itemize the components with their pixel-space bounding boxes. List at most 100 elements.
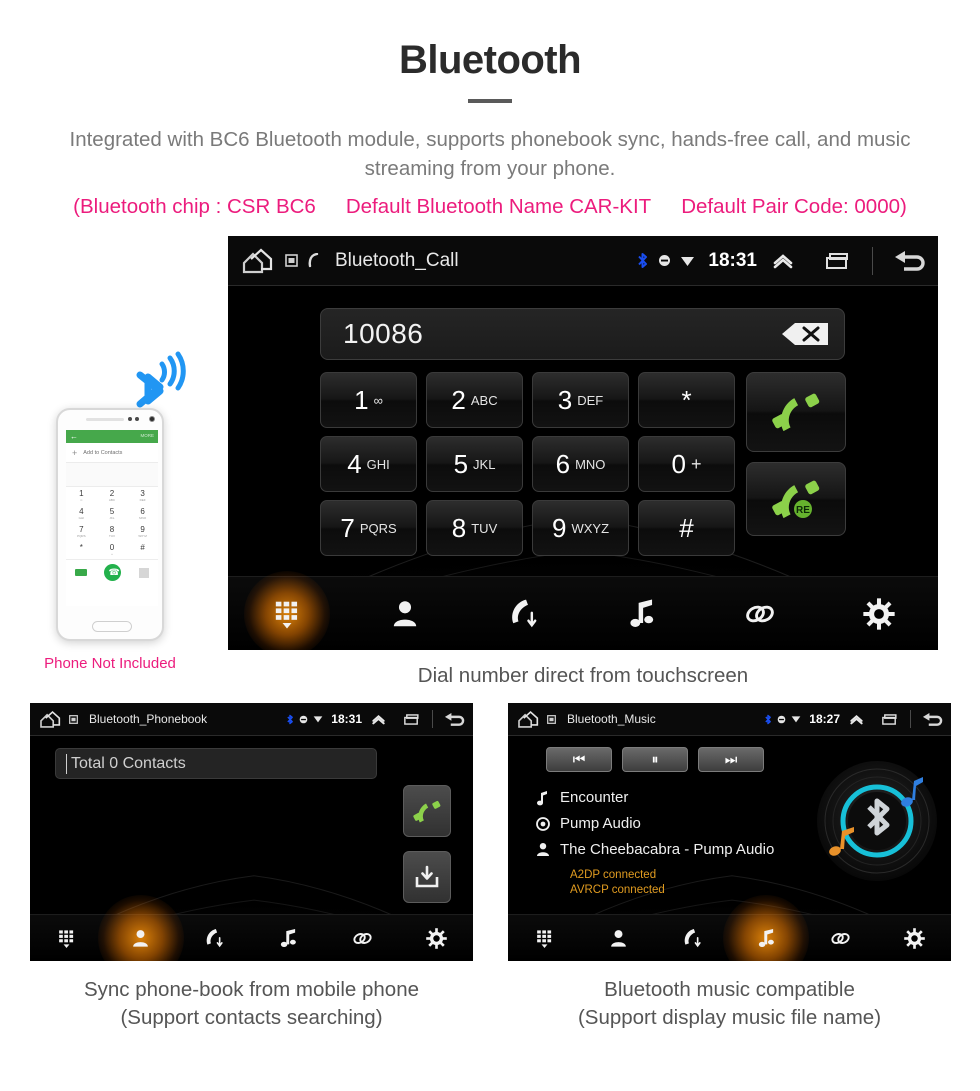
phonebook-download-button[interactable] bbox=[403, 851, 451, 903]
key-6-letters: MNO bbox=[575, 456, 606, 472]
nav-item-call-history[interactable] bbox=[178, 915, 252, 961]
home-icon[interactable] bbox=[240, 247, 276, 275]
phone-key-digit: 4 bbox=[79, 507, 84, 516]
phone-key-9[interactable]: 9 WXYZ bbox=[127, 523, 158, 541]
key-0[interactable]: 0 + bbox=[638, 436, 735, 492]
nav-item-settings[interactable] bbox=[877, 915, 951, 961]
bluetooth-icon bbox=[287, 714, 294, 724]
key-2[interactable]: 2 ABC bbox=[426, 372, 523, 428]
next-track-icon[interactable]: ⏭ bbox=[698, 747, 764, 772]
dial-input[interactable]: 10086 bbox=[320, 308, 845, 360]
bluetooth-icon bbox=[765, 714, 772, 724]
phonebook-caption-line1: Sync phone-book from mobile phone bbox=[83, 978, 420, 1001]
phone-key-4[interactable]: 4 GHI bbox=[66, 505, 97, 523]
phone-key-letters: MNO bbox=[139, 516, 147, 520]
nav-item-music[interactable] bbox=[583, 577, 701, 650]
phone-key-letters: ABC bbox=[108, 498, 116, 502]
key-6[interactable]: 6 MNO bbox=[532, 436, 629, 492]
nav-item-keypad[interactable] bbox=[30, 915, 104, 961]
keypad-icon bbox=[537, 929, 552, 948]
home-icon[interactable] bbox=[516, 710, 541, 729]
back-icon[interactable] bbox=[921, 711, 943, 728]
key-4[interactable]: 4 GHI bbox=[320, 436, 417, 492]
phone-key-5[interactable]: 5 JKL bbox=[97, 505, 128, 523]
nav-item-keypad[interactable] bbox=[228, 577, 346, 650]
phone-key-1[interactable]: 1 ∞ bbox=[66, 487, 97, 505]
key-5-digit: 5 bbox=[453, 448, 469, 479]
back-icon[interactable] bbox=[892, 248, 926, 274]
spec-name: Default Bluetooth Name CAR-KIT bbox=[345, 195, 652, 218]
key-7[interactable]: 7 PQRS bbox=[320, 500, 417, 556]
music-status-line: AVRCP connected bbox=[570, 884, 665, 896]
dial-statusbar-clock: 18:31 bbox=[708, 249, 757, 271]
music-meta-row: Pump Audio bbox=[528, 815, 818, 832]
redial-button[interactable]: RE bbox=[746, 462, 846, 536]
key-hash[interactable]: # bbox=[638, 500, 735, 556]
call-history-icon bbox=[206, 928, 223, 947]
wifi-icon bbox=[681, 256, 695, 266]
music-caption-line1: Bluetooth music compatible bbox=[604, 978, 855, 1001]
phone-key-7[interactable]: 7 PQRS bbox=[66, 523, 97, 541]
nav-item-contacts[interactable] bbox=[104, 915, 178, 961]
phone-key-digit: 5 bbox=[109, 507, 115, 516]
pause-icon[interactable]: ⏸ bbox=[622, 747, 688, 772]
nav-item-pair[interactable] bbox=[701, 577, 819, 650]
nav-item-keypad[interactable] bbox=[508, 915, 582, 961]
back-icon[interactable] bbox=[443, 711, 465, 728]
key-9-digit: 9 bbox=[551, 512, 567, 543]
prev-track-icon[interactable]: ⏮ bbox=[546, 747, 612, 772]
phone-key-#[interactable]: # bbox=[127, 541, 158, 559]
music-caption: Bluetooth music compatible (Support disp… bbox=[508, 976, 951, 1032]
contacts-icon bbox=[611, 929, 627, 947]
nav-item-contacts[interactable] bbox=[582, 915, 656, 961]
nav-item-pair[interactable] bbox=[325, 915, 399, 961]
key-star[interactable]: * bbox=[638, 372, 735, 428]
nav-item-pair[interactable] bbox=[803, 915, 877, 961]
phone-key-8[interactable]: 8 TUV bbox=[97, 523, 128, 541]
key-9[interactable]: 9 WXYZ bbox=[532, 500, 629, 556]
music-meta-text: Encounter bbox=[560, 789, 629, 806]
nav-item-call-history[interactable] bbox=[465, 577, 583, 650]
recents-icon[interactable] bbox=[880, 713, 900, 726]
home-icon[interactable] bbox=[38, 710, 63, 729]
call-icon[interactable] bbox=[307, 253, 320, 268]
phone-key-0[interactable]: 0 + bbox=[97, 541, 128, 559]
nav-item-contacts[interactable] bbox=[346, 577, 464, 650]
call-button[interactable] bbox=[746, 372, 846, 452]
key-3[interactable]: 3 DEF bbox=[532, 372, 629, 428]
statusbar-divider bbox=[432, 710, 433, 728]
phonebook-call-button[interactable] bbox=[403, 785, 451, 837]
key-3-digit: 3 bbox=[557, 384, 573, 415]
screenshot-icon[interactable] bbox=[69, 714, 78, 724]
phone-key-*[interactable]: * bbox=[66, 541, 97, 559]
key-1[interactable]: 1 ∞ bbox=[320, 372, 417, 428]
backspace-icon[interactable] bbox=[780, 320, 830, 348]
phone-key-digit: 8 bbox=[109, 525, 115, 534]
dial-screen: Bluetooth_Call 18:31 10086 1 ∞ 2 ABC 3 D… bbox=[228, 236, 938, 650]
key-4-digit: 4 bbox=[347, 448, 362, 479]
statusbar-divider bbox=[910, 710, 911, 728]
chevron-up-icon[interactable] bbox=[770, 251, 796, 271]
key-5[interactable]: 5 JKL bbox=[426, 436, 523, 492]
nav-item-settings[interactable] bbox=[399, 915, 473, 961]
phone-key-6[interactable]: 6 MNO bbox=[127, 505, 158, 523]
phone-key-2[interactable]: 2 ABC bbox=[97, 487, 128, 505]
phone-sensor bbox=[128, 417, 132, 421]
nav-item-call-history[interactable] bbox=[656, 915, 730, 961]
phonebook-statusbar: Bluetooth_Phonebook 18:31 bbox=[30, 703, 473, 736]
phone-key-digit: 7 bbox=[79, 525, 84, 534]
page-title: Bluetooth bbox=[398, 38, 582, 82]
music-meta-row: Encounter bbox=[528, 789, 818, 806]
nav-item-music[interactable] bbox=[251, 915, 325, 961]
recents-icon[interactable] bbox=[402, 713, 422, 726]
nav-item-settings[interactable] bbox=[820, 577, 938, 650]
key-8[interactable]: 8 TUV bbox=[426, 500, 523, 556]
screenshot-icon[interactable] bbox=[285, 254, 298, 267]
recents-icon[interactable] bbox=[823, 251, 853, 271]
contacts-search-input[interactable]: Total 0 Contacts bbox=[55, 748, 377, 779]
screenshot-icon[interactable] bbox=[547, 714, 556, 724]
chevron-up-icon[interactable] bbox=[848, 713, 865, 726]
chevron-up-icon[interactable] bbox=[370, 713, 387, 726]
nav-item-music[interactable] bbox=[729, 915, 803, 961]
phone-key-3[interactable]: 3 DEF bbox=[127, 487, 158, 505]
